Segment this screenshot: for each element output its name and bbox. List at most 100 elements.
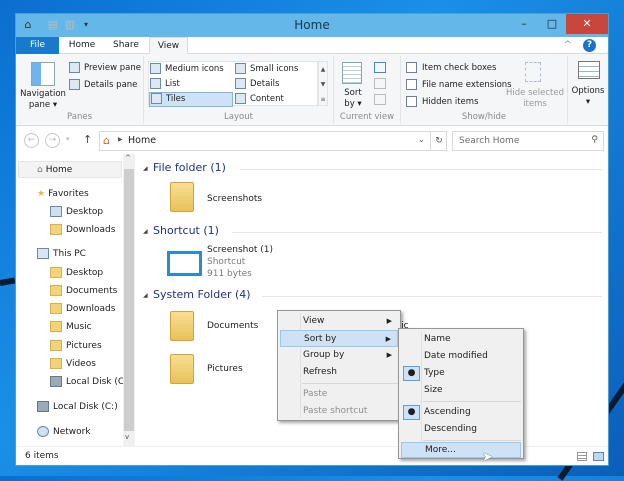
collapse-ribbon-icon[interactable]: ^ bbox=[564, 40, 572, 50]
close-button[interactable]: ✕ bbox=[566, 14, 608, 34]
forward-button[interactable]: → bbox=[45, 133, 60, 148]
item-screenshots[interactable]: Screenshots bbox=[207, 194, 262, 204]
sort-ascending[interactable]: ● Ascending bbox=[401, 404, 521, 421]
network-icon bbox=[37, 426, 49, 437]
nav-pc-music[interactable]: Music bbox=[50, 319, 92, 336]
help-icon[interactable]: ? bbox=[583, 39, 596, 52]
collapse-group-icon[interactable]: ◢ bbox=[143, 165, 148, 172]
sort-by-icon bbox=[342, 62, 362, 84]
nav-home[interactable]: ⌂ Home bbox=[18, 161, 122, 178]
layout-gallery-scroll[interactable]: ▲ ▼ ≡ bbox=[318, 61, 328, 106]
add-columns-icon[interactable] bbox=[374, 78, 386, 89]
submenu-arrow-icon: ▶ bbox=[385, 335, 391, 343]
layout-content[interactable]: Content bbox=[235, 92, 284, 107]
sort-by-button[interactable]: Sort by ▾ bbox=[338, 88, 368, 110]
label: List bbox=[165, 79, 180, 89]
scroll-down-icon[interactable]: v bbox=[125, 433, 129, 441]
maximize-button[interactable]: □ bbox=[538, 14, 566, 34]
label: Downloads bbox=[66, 225, 116, 235]
size-columns-icon[interactable] bbox=[374, 94, 386, 105]
label: Tiles bbox=[166, 94, 186, 104]
item-pictures[interactable]: Pictures bbox=[207, 364, 243, 374]
nav-pc-documents[interactable]: Documents bbox=[50, 283, 117, 300]
group-header-system-folder[interactable]: System Folder (4) bbox=[153, 288, 251, 301]
label: Item check boxes bbox=[422, 63, 497, 73]
group-show-hide: Item check boxes File name extensions Hi… bbox=[401, 56, 568, 124]
minimize-button[interactable]: – bbox=[510, 14, 538, 34]
up-button[interactable]: ↑ bbox=[83, 133, 92, 146]
details-pane-button[interactable]: Details pane bbox=[69, 78, 137, 93]
menu-item-view[interactable]: View ▶ bbox=[280, 313, 398, 330]
item-screenshot-shortcut[interactable]: Screenshot (1) bbox=[207, 245, 273, 255]
refresh-button[interactable]: ↻ bbox=[430, 132, 447, 150]
file-name-extensions-checkbox[interactable]: File name extensions bbox=[406, 78, 512, 93]
breadcrumb-home[interactable]: Home bbox=[128, 135, 156, 146]
search-input[interactable]: Search Home ⚲ bbox=[452, 131, 604, 151]
nav-local-disk[interactable]: Local Disk (C:) bbox=[37, 399, 118, 416]
computer-icon bbox=[37, 248, 49, 259]
nav-pc-local-disk[interactable]: Local Disk (C:) bbox=[50, 374, 131, 391]
nav-pc-desktop[interactable]: Desktop bbox=[50, 265, 103, 282]
menu-item-group-by[interactable]: Group by ▶ bbox=[280, 347, 398, 364]
sort-type[interactable]: ● Type bbox=[401, 365, 521, 382]
radio-bullet-icon: ● bbox=[403, 405, 420, 420]
address-input[interactable]: ⌂ ▶ Home ⌄ ↻ bbox=[99, 131, 447, 151]
nav-pc-downloads[interactable]: Downloads bbox=[50, 301, 115, 318]
label: Favorites bbox=[48, 189, 89, 199]
preview-pane-button[interactable]: Preview pane bbox=[69, 61, 141, 76]
options-button[interactable]: Options ▾ bbox=[568, 56, 608, 124]
group-by-icon[interactable] bbox=[374, 62, 386, 73]
back-button[interactable]: ← bbox=[24, 133, 39, 148]
sort-more[interactable]: More... bbox=[401, 442, 521, 458]
hide-selected-items-button[interactable]: Hide selected items bbox=[505, 88, 565, 110]
collapse-group-icon[interactable]: ◢ bbox=[143, 292, 148, 299]
layout-tiles[interactable]: Tiles bbox=[149, 92, 233, 107]
layout-details[interactable]: Details bbox=[235, 77, 279, 92]
scrollbar-thumb[interactable] bbox=[124, 169, 134, 431]
layout-medium-icons[interactable]: Medium icons bbox=[150, 62, 224, 77]
nav-fav-downloads[interactable]: Downloads bbox=[50, 222, 115, 239]
label: Documents bbox=[66, 286, 118, 296]
nav-pc-videos[interactable]: Videos bbox=[50, 356, 96, 373]
nav-fav-desktop[interactable]: Desktop bbox=[50, 204, 103, 221]
item-check-boxes-checkbox[interactable]: Item check boxes bbox=[406, 61, 496, 76]
menu-item-sort-by[interactable]: Sort by ▶ bbox=[280, 330, 398, 347]
hidden-items-checkbox[interactable]: Hidden items bbox=[406, 95, 479, 110]
small-icons-icon bbox=[235, 63, 246, 74]
collapse-group-icon[interactable]: ◢ bbox=[143, 228, 148, 235]
large-icons-view-icon[interactable] bbox=[593, 452, 604, 461]
tab-view[interactable]: View bbox=[149, 37, 188, 55]
item-documents[interactable]: Documents bbox=[207, 321, 258, 331]
tab-home[interactable]: Home bbox=[62, 37, 102, 54]
tab-file[interactable]: File bbox=[16, 37, 59, 54]
sort-descending[interactable]: Descending bbox=[401, 421, 521, 438]
recent-locations-icon[interactable]: ▾ bbox=[66, 135, 70, 143]
checkbox-icon bbox=[406, 96, 417, 107]
scroll-up-icon[interactable]: ^ bbox=[125, 154, 131, 162]
menu-item-paste-shortcut[interactable]: Paste shortcut bbox=[280, 403, 398, 420]
address-dropdown-icon[interactable]: ⌄ bbox=[418, 135, 425, 144]
nav-pc-pictures[interactable]: Pictures bbox=[50, 338, 102, 355]
sort-name[interactable]: Name bbox=[401, 331, 521, 348]
layout-list[interactable]: List bbox=[150, 77, 180, 92]
navigation-pane: ⌂ Home ★ Favorites Desktop Downloads This … bbox=[16, 154, 136, 446]
group-header-shortcut[interactable]: Shortcut (1) bbox=[153, 224, 219, 237]
nav-network[interactable]: Network bbox=[37, 424, 91, 441]
sort-date-modified[interactable]: Date modified bbox=[401, 348, 521, 365]
tab-share[interactable]: Share bbox=[106, 37, 146, 54]
nav-favorites[interactable]: ★ Favorites bbox=[37, 186, 89, 203]
label: Hide selected bbox=[506, 88, 564, 98]
submenu-arrow-icon: ▶ bbox=[386, 351, 392, 359]
menu-item-paste[interactable]: Paste bbox=[280, 386, 398, 403]
details-view-icon[interactable] bbox=[577, 452, 587, 461]
sort-size[interactable]: Size bbox=[401, 382, 521, 399]
menu-item-refresh[interactable]: Refresh bbox=[280, 364, 398, 381]
navigation-pane-button[interactable]: Navigation pane ▾ bbox=[18, 89, 68, 111]
title-bar[interactable]: ⌂ ▤ ▥ ▾ Home – □ ✕ bbox=[16, 14, 608, 37]
mouse-cursor-icon: ➤ bbox=[482, 450, 493, 465]
layout-small-icons[interactable]: Small icons bbox=[235, 62, 298, 77]
group-header-file-folder[interactable]: File folder (1) bbox=[153, 161, 226, 174]
chevron-down-icon: ▾ bbox=[585, 97, 591, 107]
menu-separator bbox=[302, 383, 398, 384]
nav-this-pc[interactable]: This PC bbox=[37, 246, 86, 263]
